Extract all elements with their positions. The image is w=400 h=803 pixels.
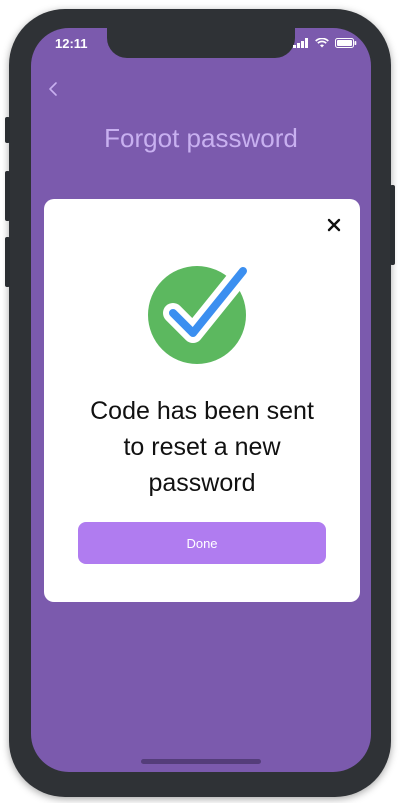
status-time: 12:11 [55,36,88,51]
home-indicator [141,759,261,764]
page-title: Forgot password [104,123,298,153]
mute-switch [5,117,10,143]
notch [107,28,295,58]
status-icons [293,38,357,48]
cellular-signal-icon [293,38,308,48]
battery-icon [335,38,357,48]
success-message-text: Code has been sent to reset a new passwo… [90,397,314,497]
success-dialog: Code has been sent to reset a new passwo… [44,199,360,602]
volume-up-button [5,171,10,221]
done-button[interactable]: Done [78,522,326,564]
wifi-icon [315,38,329,48]
success-message: Code has been sent to reset a new passwo… [44,393,360,501]
volume-down-button [5,237,10,287]
power-button [390,185,395,265]
chevron-left-icon[interactable] [45,80,63,98]
close-icon[interactable] [326,217,342,233]
app-screen: 12:11 Forgot password Code has been sent… [31,28,371,772]
check-circle-icon [148,261,253,364]
